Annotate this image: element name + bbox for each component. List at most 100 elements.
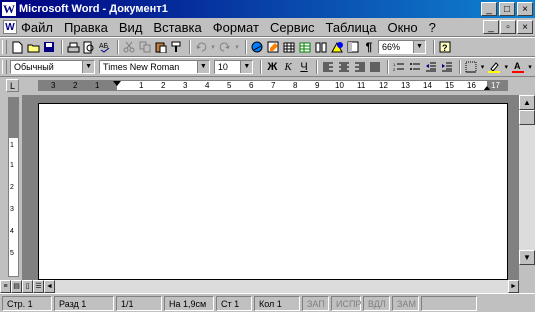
bullets-icon[interactable] bbox=[408, 60, 422, 74]
vertical-ruler[interactable]: 1 1 2 3 4 5 bbox=[8, 97, 19, 277]
vruler-number: 5 bbox=[10, 250, 14, 257]
insert-excel-icon[interactable] bbox=[298, 40, 312, 54]
font-value[interactable]: Times New Roman bbox=[100, 62, 197, 72]
style-combo[interactable]: Обычный ▼ bbox=[9, 60, 96, 74]
increase-indent-icon[interactable] bbox=[440, 60, 454, 74]
normal-view-button[interactable]: ≡ bbox=[0, 280, 11, 293]
font-size-combo[interactable]: 10 ▼ bbox=[213, 60, 254, 74]
chevron-down-icon[interactable]: ▼ bbox=[196, 61, 209, 73]
new-icon[interactable] bbox=[10, 40, 24, 54]
paste-icon[interactable] bbox=[154, 40, 168, 54]
copy-icon[interactable] bbox=[138, 40, 152, 54]
word-app-icon[interactable]: W bbox=[2, 2, 16, 16]
chevron-down-icon[interactable]: ▼ bbox=[413, 41, 425, 53]
save-icon[interactable] bbox=[42, 40, 56, 54]
borders-icon[interactable] bbox=[464, 60, 478, 74]
menu-help[interactable]: ? bbox=[429, 20, 436, 35]
menu-insert[interactable]: Вставка bbox=[153, 20, 201, 35]
borders-dropdown-icon[interactable]: ▾ bbox=[480, 60, 486, 74]
menu-edit[interactable]: Правка bbox=[64, 20, 108, 35]
right-indent-marker[interactable] bbox=[483, 86, 491, 90]
undo-icon[interactable] bbox=[194, 40, 208, 54]
doc-restore-button[interactable]: ▫ bbox=[500, 20, 516, 34]
menu-table[interactable]: Таблица bbox=[325, 20, 376, 35]
toolbar-grip[interactable] bbox=[2, 40, 7, 54]
outline-view-button[interactable]: ☰ bbox=[33, 280, 44, 293]
redo-icon[interactable] bbox=[218, 40, 232, 54]
font-color-dropdown-icon[interactable]: ▾ bbox=[527, 60, 533, 74]
style-value[interactable]: Обычный bbox=[11, 62, 82, 72]
numbering-icon[interactable]: 12 bbox=[392, 60, 406, 74]
format-painter-icon[interactable] bbox=[170, 40, 184, 54]
menu-format[interactable]: Формат bbox=[213, 20, 259, 35]
scroll-thumb[interactable] bbox=[519, 110, 535, 125]
font-size-value[interactable]: 10 bbox=[215, 62, 241, 72]
scroll-right-button[interactable]: ► bbox=[508, 280, 519, 293]
page-layout-button[interactable]: ▯ bbox=[22, 280, 33, 293]
columns-icon[interactable] bbox=[314, 40, 328, 54]
horizontal-ruler[interactable]: 3 2 1 1 2 3 4 5 6 7 8 9 10 11 12 13 14 1… bbox=[38, 80, 508, 91]
undo-dropdown-icon[interactable]: ▾ bbox=[210, 40, 216, 54]
chevron-down-icon[interactable]: ▼ bbox=[82, 61, 95, 73]
chevron-down-icon[interactable]: ▼ bbox=[240, 61, 253, 73]
align-left-icon[interactable] bbox=[321, 60, 335, 74]
decrease-indent-icon[interactable] bbox=[424, 60, 438, 74]
title-bar[interactable]: W Microsoft Word - Документ1 _ □ × bbox=[0, 0, 535, 18]
first-line-indent-marker[interactable] bbox=[113, 81, 121, 86]
horizontal-scrollbar[interactable]: ≡ ▤ ▯ ☰ ◄ ► bbox=[0, 280, 519, 293]
tab-selector[interactable]: L bbox=[6, 79, 19, 92]
hyperlink-icon[interactable] bbox=[250, 40, 264, 54]
doc-close-button[interactable]: × bbox=[517, 20, 533, 34]
scroll-left-button[interactable]: ◄ bbox=[44, 280, 55, 293]
vertical-scrollbar[interactable]: ▲ ▼ bbox=[519, 95, 535, 280]
open-icon[interactable] bbox=[26, 40, 40, 54]
menu-view[interactable]: Вид bbox=[119, 20, 143, 35]
align-right-icon[interactable] bbox=[353, 60, 367, 74]
menu-file[interactable]: Файл bbox=[21, 20, 53, 35]
vruler-number: 4 bbox=[10, 228, 14, 235]
zoom-value[interactable]: 66% bbox=[379, 42, 413, 52]
print-icon[interactable] bbox=[66, 40, 80, 54]
underline-button[interactable]: Ч bbox=[297, 60, 311, 74]
web-layout-button[interactable]: ▤ bbox=[11, 280, 22, 293]
menu-tools[interactable]: Сервис bbox=[270, 20, 315, 35]
status-ext[interactable]: ВДЛ bbox=[363, 295, 390, 311]
status-pages: 1/1 bbox=[116, 295, 162, 311]
document-icon[interactable]: W bbox=[3, 20, 17, 34]
document-page[interactable] bbox=[38, 103, 508, 280]
highlight-dropdown-icon[interactable]: ▾ bbox=[503, 60, 509, 74]
align-center-icon[interactable] bbox=[337, 60, 351, 74]
scroll-up-button[interactable]: ▲ bbox=[519, 95, 535, 110]
italic-button[interactable]: К bbox=[281, 60, 295, 74]
bold-button[interactable]: Ж bbox=[265, 60, 279, 74]
scroll-track[interactable] bbox=[55, 280, 508, 293]
cut-icon[interactable] bbox=[122, 40, 136, 54]
tables-borders-icon[interactable] bbox=[266, 40, 280, 54]
print-preview-icon[interactable] bbox=[82, 40, 96, 54]
scroll-down-button[interactable]: ▼ bbox=[519, 250, 535, 265]
highlight-icon[interactable] bbox=[487, 60, 501, 74]
help-icon[interactable]: ? bbox=[438, 40, 452, 54]
status-ovr[interactable]: ЗАМ bbox=[392, 295, 419, 311]
maximize-button[interactable]: □ bbox=[499, 2, 515, 16]
menu-window[interactable]: Окно bbox=[387, 20, 417, 35]
toolbar-grip[interactable] bbox=[2, 60, 7, 74]
close-button[interactable]: × bbox=[517, 2, 533, 16]
document-map-icon[interactable] bbox=[346, 40, 360, 54]
font-color-icon[interactable]: A bbox=[511, 60, 525, 74]
status-position: На 1,9см bbox=[164, 295, 214, 311]
insert-table-icon[interactable] bbox=[282, 40, 296, 54]
show-hide-icon[interactable]: ¶ bbox=[362, 40, 376, 54]
minimize-button[interactable]: _ bbox=[481, 2, 497, 16]
redo-dropdown-icon[interactable]: ▾ bbox=[234, 40, 240, 54]
doc-minimize-button[interactable]: _ bbox=[483, 20, 499, 34]
spelling-icon[interactable]: АБ bbox=[98, 40, 112, 54]
ruler-number: 5 bbox=[227, 81, 232, 90]
status-rec[interactable]: ЗАП bbox=[302, 295, 329, 311]
status-trk[interactable]: ИСПР bbox=[331, 295, 361, 311]
drawing-icon[interactable] bbox=[330, 40, 344, 54]
font-combo[interactable]: Times New Roman ▼ bbox=[99, 60, 210, 74]
justify-icon[interactable] bbox=[368, 60, 382, 74]
zoom-combo[interactable]: 66% ▼ bbox=[378, 40, 426, 54]
scroll-track[interactable] bbox=[519, 125, 535, 250]
